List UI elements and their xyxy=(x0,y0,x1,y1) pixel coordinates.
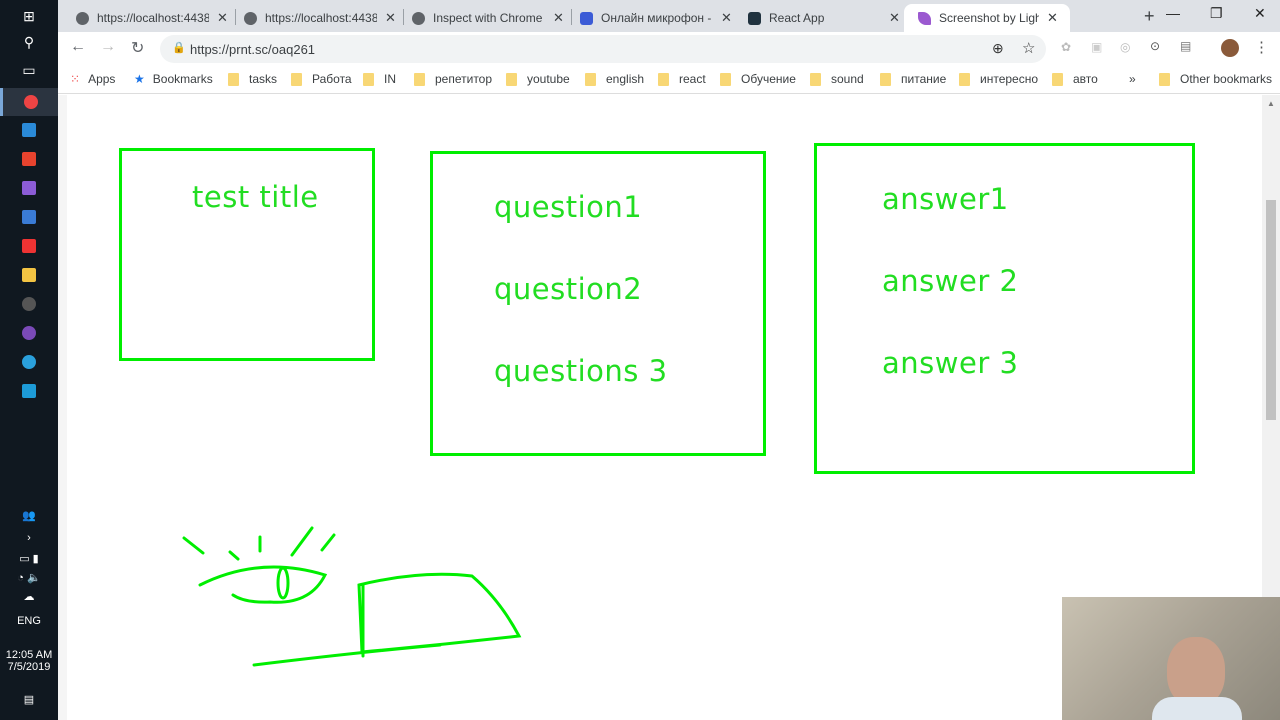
scroll-up-arrow-icon[interactable]: ▲ xyxy=(1267,99,1275,108)
eye-doodle-icon xyxy=(198,565,328,604)
eyelash-strokes xyxy=(182,526,336,561)
presenter-shirt xyxy=(1152,697,1242,720)
laptop-doodle-icon xyxy=(252,572,522,667)
scrollbar-thumb[interactable] xyxy=(1266,200,1276,420)
webcam-overlay xyxy=(1062,597,1280,720)
eye-pupil xyxy=(276,566,290,600)
